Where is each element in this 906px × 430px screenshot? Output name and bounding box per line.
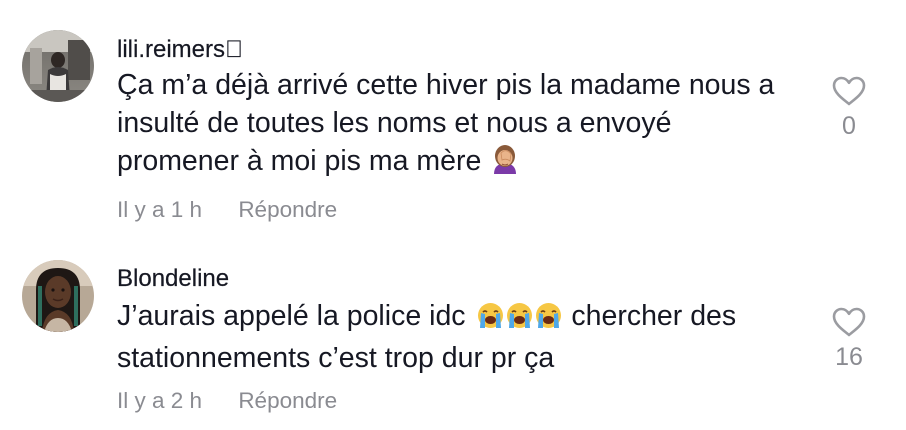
loudly-crying-face-emoji [535, 301, 562, 339]
loudly-crying-face-emoji [477, 301, 504, 339]
comment-text: J’aurais appelé la police idc chercher d… [117, 297, 817, 377]
comment-timestamp: Il y a 2 h [117, 388, 203, 413]
comment-text-fragment: chercher des [571, 300, 737, 332]
loudly-crying-face-emoji [506, 301, 533, 339]
comment-meta: Il y a 2 h Répondre [117, 388, 337, 414]
heart-outline-icon [832, 307, 866, 337]
comment-text-fragment: J’aurais appelé la police idc [117, 300, 466, 332]
comment-text-line: stationnements c’est trop dur pr ça [117, 342, 555, 374]
like-count: 16 [835, 343, 863, 371]
reply-button[interactable]: Répondre [238, 388, 337, 413]
comment-text-line: J’aurais appelé la police idc chercher d… [117, 297, 817, 339]
avatar-image [22, 260, 94, 332]
like-button[interactable]: 16 [826, 307, 872, 372]
avatar-blondeline[interactable] [22, 260, 94, 332]
comment-item-2: Blondeline J’aurais appelé la police idc [0, 0, 906, 430]
comment-username[interactable]: Blondeline [117, 265, 229, 293]
